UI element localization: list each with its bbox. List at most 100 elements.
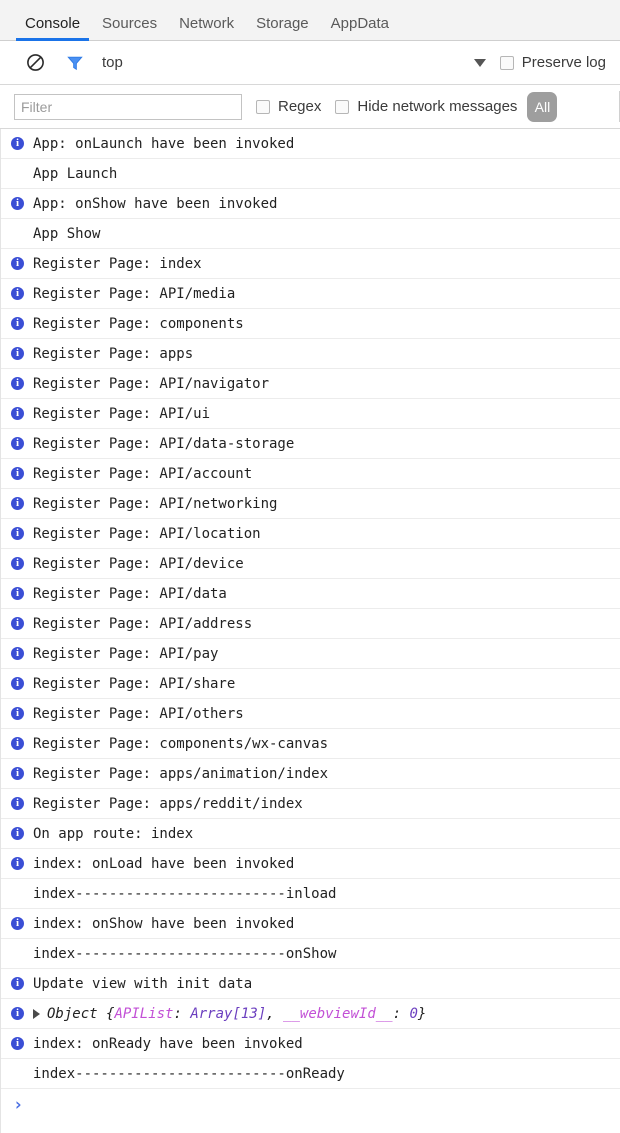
info-icon: i [11, 707, 24, 720]
console-message-row[interactable]: App Show [1, 219, 620, 249]
log-level-button[interactable]: All [527, 91, 558, 122]
object-key-apilist: APIList [114, 1005, 174, 1022]
console-message-row[interactable]: i index: onLoad have been invoked [1, 849, 620, 879]
console-filter-bar: Regex Hide network messages All [0, 85, 620, 129]
execution-context-value: top [102, 54, 123, 71]
info-icon: i [11, 317, 24, 330]
chevron-down-icon[interactable] [473, 58, 486, 67]
console-message-text: App Show [33, 225, 101, 242]
console-prompt[interactable]: › [1, 1089, 620, 1121]
console-message-row[interactable]: i index: onShow have been invoked [1, 909, 620, 939]
info-icon: i [11, 857, 24, 870]
console-message-text: Register Page: API/media [33, 285, 236, 302]
tab-appdata[interactable]: AppData [320, 16, 400, 40]
execution-context-selector[interactable]: top [102, 54, 486, 71]
console-message-row[interactable]: i Register Page: API/device [1, 549, 620, 579]
object-close-brace: } [417, 1005, 427, 1022]
console-message-text: Register Page: API/pay [33, 645, 219, 662]
devtools-tab-bar: Console Sources Network Storage AppData [0, 0, 620, 41]
console-message-row[interactable]: i Register Page: API/account [1, 459, 620, 489]
console-message-text: Update view with init data [33, 975, 253, 992]
console-toolbar: top Preserve log [0, 41, 620, 85]
console-message-row[interactable]: i Register Page: components [1, 309, 620, 339]
tab-console[interactable]: Console [14, 16, 91, 41]
console-message-text: Register Page: apps/reddit/index [33, 795, 303, 812]
console-message-row[interactable]: i Register Page: API/media [1, 279, 620, 309]
console-object-row[interactable]: i Object {APIList: Array[13], __webviewId… [1, 999, 620, 1029]
console-message-row[interactable]: i Register Page: API/navigator [1, 369, 620, 399]
info-icon: i [11, 617, 24, 630]
hide-network-messages-checkbox[interactable]: Hide network messages [335, 98, 517, 115]
preserve-log-checkbox[interactable]: Preserve log [499, 54, 606, 71]
info-icon: i [11, 647, 24, 660]
console-message-row[interactable]: index-------------------------onShow [1, 939, 620, 969]
info-icon: i [11, 767, 24, 780]
regex-checkbox[interactable]: Regex [256, 98, 321, 115]
console-message-row[interactable]: i Register Page: apps [1, 339, 620, 369]
console-message-text: Register Page: components [33, 315, 244, 332]
console-message-row[interactable]: i Register Page: API/address [1, 609, 620, 639]
console-message-text: Register Page: index [33, 255, 202, 272]
info-icon: i [11, 377, 24, 390]
console-message-text: Register Page: API/address [33, 615, 253, 632]
tab-network[interactable]: Network [168, 16, 245, 40]
tab-storage-label: Storage [256, 15, 309, 32]
clear-console-icon[interactable] [22, 50, 48, 76]
triangle-right-icon[interactable] [33, 1008, 40, 1019]
log-level-label: All [534, 98, 551, 115]
console-message-text: index: onLoad have been invoked [33, 855, 295, 872]
console-message-row[interactable]: i Register Page: apps/reddit/index [1, 789, 620, 819]
object-open-brace: { [97, 1005, 115, 1022]
console-message-text: Register Page: API/data-storage [33, 435, 295, 452]
preserve-log-checkbox-box[interactable] [499, 55, 514, 70]
info-icon: i [11, 287, 24, 300]
hide-network-messages-checkbox-box[interactable] [335, 99, 350, 114]
regex-label: Regex [278, 98, 322, 115]
hide-network-messages-label: Hide network messages [357, 98, 518, 115]
tab-network-label: Network [179, 15, 235, 32]
info-icon: i [11, 197, 24, 210]
console-message-row[interactable]: App Launch [1, 159, 620, 189]
console-message-row[interactable]: i Register Page: apps/animation/index [1, 759, 620, 789]
console-message-row[interactable]: i On app route: index [1, 819, 620, 849]
console-message-row[interactable]: i Register Page: components/wx-canvas [1, 729, 620, 759]
console-message-row[interactable]: i Update view with init data [1, 969, 620, 999]
console-message-row[interactable]: index-------------------------inload [1, 879, 620, 909]
console-message-row[interactable]: i Register Page: API/ui [1, 399, 620, 429]
console-message-row[interactable]: i Register Page: API/data [1, 579, 620, 609]
console-message-row[interactable]: i App: onShow have been invoked [1, 189, 620, 219]
console-message-row[interactable]: i Register Page: index [1, 249, 620, 279]
console-message-text: Register Page: API/data [33, 585, 227, 602]
filter-funnel-icon[interactable] [62, 50, 88, 76]
console-message-text: Register Page: API/account [33, 465, 253, 482]
console-message-row[interactable]: i Register Page: API/others [1, 699, 620, 729]
info-icon: i [11, 497, 24, 510]
console-message-row[interactable]: i Register Page: API/location [1, 519, 620, 549]
tab-sources[interactable]: Sources [91, 16, 168, 40]
info-icon: i [11, 827, 24, 840]
console-message-row[interactable]: i index: onReady have been invoked [1, 1029, 620, 1059]
object-comma: , [266, 1005, 284, 1022]
object-key-webviewid: __webviewId__ [283, 1005, 393, 1022]
console-message-row[interactable]: i Register Page: API/data-storage [1, 429, 620, 459]
console-message-list[interactable]: i App: onLaunch have been invoked App Laun… [0, 129, 620, 1133]
console-message-row[interactable]: index-------------------------onReady [1, 1059, 620, 1089]
console-message-text: index-------------------------onShow [33, 945, 337, 962]
regex-checkbox-box[interactable] [256, 99, 270, 114]
info-icon: i [11, 677, 24, 690]
console-message-row[interactable]: i Register Page: API/pay [1, 639, 620, 669]
console-message-row[interactable]: i App: onLaunch have been invoked [1, 129, 620, 159]
console-message-text: App Launch [33, 165, 118, 182]
filter-input[interactable] [14, 93, 242, 120]
object-constructor-name: Object [47, 1005, 98, 1022]
info-icon: i [11, 407, 24, 420]
info-icon: i [11, 587, 24, 600]
tab-storage[interactable]: Storage [245, 16, 320, 40]
object-value-apilist: Array[13] [190, 1005, 267, 1022]
tab-sources-label: Sources [102, 15, 158, 32]
prompt-chevron-icon: › [13, 1095, 24, 1115]
info-icon: i [11, 437, 24, 450]
console-message-row[interactable]: i Register Page: API/networking [1, 489, 620, 519]
info-icon: i [11, 557, 24, 570]
console-message-row[interactable]: i Register Page: API/share [1, 669, 620, 699]
